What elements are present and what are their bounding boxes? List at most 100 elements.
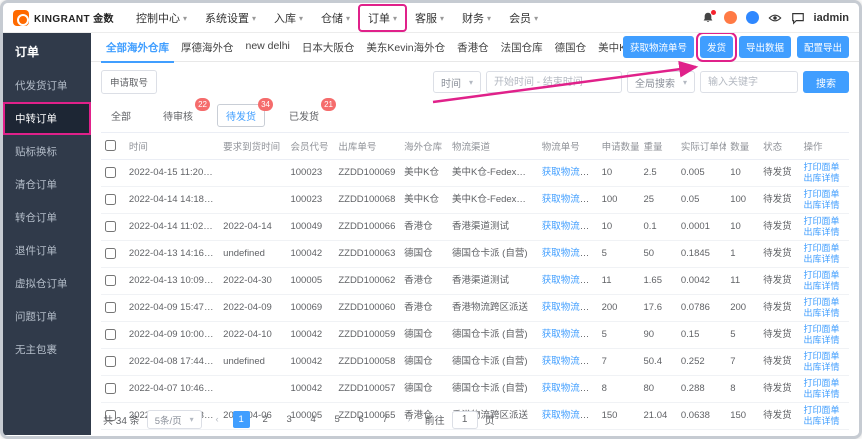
page-number-button[interactable]: 2	[257, 411, 274, 428]
print-label-link[interactable]: 打印面单	[804, 378, 845, 389]
goto-page-input[interactable]	[451, 410, 478, 429]
action-button[interactable]: 发货	[695, 32, 737, 62]
row-checkbox[interactable]	[105, 382, 116, 394]
topbar-menu-item[interactable]: 财务	[454, 6, 499, 30]
sidebar-item[interactable]: 无主包裹	[3, 333, 91, 366]
action-button[interactable]: 获取物流单号	[622, 36, 694, 58]
topbar-menu-item[interactable]: 仓储	[313, 6, 358, 30]
get-tracking-link[interactable]: 获取物流单号	[542, 194, 598, 205]
row-checkbox[interactable]	[105, 355, 116, 367]
warehouse-tab[interactable]: new delhi	[241, 32, 295, 63]
warehouse-tab[interactable]: 香港仓	[452, 32, 494, 63]
outbound-detail-link[interactable]: 出库详情	[804, 389, 845, 400]
get-tracking-link[interactable]: 获取物流单号	[542, 302, 598, 313]
print-label-link[interactable]: 打印面单	[804, 351, 845, 362]
topbar-menu-item[interactable]: 订单	[358, 3, 408, 32]
page-number-button[interactable]: 4	[305, 411, 322, 428]
username[interactable]: iadmin	[814, 12, 849, 24]
sidebar-item[interactable]: 虚拟仓订单	[3, 267, 91, 300]
request-number-button[interactable]: 申请取号	[101, 70, 158, 94]
get-tracking-link[interactable]: 获取物流单号	[542, 383, 598, 394]
sidebar-item[interactable]: 贴标换标	[3, 135, 91, 168]
print-label-link[interactable]: 打印面单	[804, 189, 845, 200]
print-label-link[interactable]: 打印面单	[804, 243, 845, 254]
action-buttons: 获取物流单号 发货 导出数据 配置导出	[622, 32, 849, 62]
outbound-detail-link[interactable]: 出库详情	[804, 308, 845, 319]
print-label-link[interactable]: 打印面单	[804, 162, 845, 173]
outbound-detail-link[interactable]: 出库详情	[804, 173, 845, 184]
sidebar-item[interactable]: 问题订单	[3, 300, 91, 333]
status-filter[interactable]: 待发货 34	[217, 98, 273, 127]
app-blue-icon[interactable]	[745, 11, 759, 24]
select-all-checkbox[interactable]	[105, 140, 116, 152]
cell-volume: 0.252	[676, 348, 727, 376]
page-size-select[interactable]: 5条/页	[146, 410, 202, 429]
cell-warehouse: 香港仓	[400, 213, 449, 241]
get-tracking-link[interactable]: 获取物流单号	[542, 275, 598, 286]
print-label-link[interactable]: 打印面单	[804, 297, 845, 308]
outbound-detail-link[interactable]: 出库详情	[804, 200, 845, 211]
cell-weight: 0.1	[639, 213, 677, 241]
status-filter[interactable]: 已发货 21	[281, 98, 336, 126]
topbar-menu-item[interactable]: 系统设置	[197, 6, 264, 30]
app-orange-icon[interactable]	[723, 11, 737, 24]
get-tracking-link[interactable]: 获取物流单号	[542, 356, 598, 367]
keyword-input[interactable]	[700, 71, 798, 93]
print-label-link[interactable]: 打印面单	[804, 216, 845, 227]
prev-page-button[interactable]: ‹	[209, 411, 226, 428]
page-number-button[interactable]: 1	[232, 411, 250, 428]
topbar-menu-item[interactable]: 会员	[501, 6, 546, 30]
cell-channel: 香港物流跨区派送	[448, 294, 538, 322]
warehouse-tab[interactable]: 德国仓	[550, 32, 592, 63]
row-checkbox[interactable]	[105, 301, 116, 313]
row-checkbox[interactable]	[105, 247, 116, 259]
topbar-menu-item[interactable]: 入库	[266, 6, 311, 30]
sidebar-item[interactable]: 退件订单	[3, 234, 91, 267]
outbound-detail-link[interactable]: 出库详情	[804, 227, 845, 238]
warehouse-tab[interactable]: 全部海外仓库	[101, 32, 174, 63]
print-label-link[interactable]: 打印面单	[804, 270, 845, 281]
sidebar-item[interactable]: 代发货订单	[3, 69, 91, 102]
get-tracking-link[interactable]: 获取物流单号	[542, 167, 598, 178]
row-checkbox[interactable]	[105, 166, 116, 178]
date-range-input[interactable]	[485, 71, 622, 93]
eye-icon[interactable]	[768, 11, 782, 25]
get-tracking-link[interactable]: 获取物流单号	[542, 329, 598, 340]
warehouse-tab[interactable]: 日本大阪仓	[297, 32, 360, 63]
count-badge: 22	[195, 98, 210, 111]
row-checkbox[interactable]	[105, 220, 116, 232]
page-number-button[interactable]: 3	[281, 411, 298, 428]
page-number-button[interactable]: 6	[353, 411, 370, 428]
notification-bell-icon[interactable]	[701, 9, 716, 25]
warehouse-tab[interactable]: 法国仓库	[496, 32, 548, 63]
page-number-button[interactable]: 5	[329, 411, 346, 428]
page-number-button[interactable]: 7	[377, 411, 394, 428]
search-scope-select[interactable]: 全局搜索	[626, 71, 695, 93]
topbar-menu-item[interactable]: 控制中心	[128, 6, 195, 30]
warehouse-tab[interactable]: 美东Kevin海外仓	[361, 32, 450, 63]
sidebar-item[interactable]: 清仓订单	[3, 168, 91, 201]
print-label-link[interactable]: 打印面单	[804, 324, 845, 335]
outbound-detail-link[interactable]: 出库详情	[804, 362, 845, 373]
outbound-detail-link[interactable]: 出库详情	[804, 281, 845, 292]
row-checkbox[interactable]	[105, 193, 116, 205]
action-button[interactable]: 导出数据	[738, 36, 791, 58]
chat-icon[interactable]	[791, 11, 805, 25]
status-filter[interactable]: 全部	[103, 105, 139, 126]
outbound-detail-link[interactable]: 出库详情	[804, 254, 845, 265]
time-field-select[interactable]: 时间	[432, 71, 481, 93]
action-button[interactable]: 配置导出	[796, 36, 849, 58]
next-page-button[interactable]: ›	[401, 411, 418, 428]
get-tracking-link[interactable]: 获取物流单号	[542, 221, 598, 232]
warehouse-tab[interactable]: 厚德海外仓	[176, 32, 239, 63]
row-checkbox[interactable]	[105, 274, 116, 286]
sidebar-item[interactable]: 中转订单	[3, 102, 91, 135]
topbar-menu-item[interactable]: 客服	[407, 6, 452, 30]
get-tracking-link[interactable]: 获取物流单号	[542, 248, 598, 259]
cell-required-time: 2022-04-09	[219, 294, 287, 322]
status-filter[interactable]: 待审核 22	[155, 98, 210, 126]
row-checkbox[interactable]	[105, 328, 116, 340]
sidebar-item[interactable]: 转仓订单	[3, 201, 91, 234]
search-button[interactable]: 搜索	[803, 71, 849, 93]
outbound-detail-link[interactable]: 出库详情	[804, 335, 845, 346]
